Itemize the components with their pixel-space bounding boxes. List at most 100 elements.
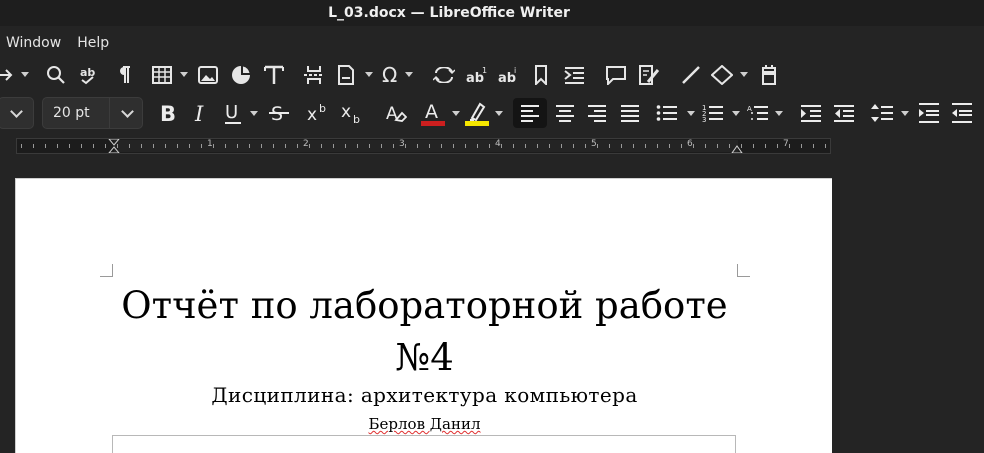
document-subtitle[interactable]: Дисциплина: архитектура компьютера: [112, 381, 737, 409]
italic-button[interactable]: I: [189, 98, 213, 128]
ruler-tick: [165, 144, 166, 148]
document-author[interactable]: Берлов Данил: [112, 414, 737, 434]
document-title-line: №4: [395, 336, 454, 379]
arrow-right-icon[interactable]: [0, 61, 14, 89]
numbered-list-button[interactable]: 123: [700, 98, 726, 128]
increase-paragraph-spacing-button[interactable]: [916, 98, 942, 128]
ruler-tick: [477, 144, 478, 148]
ruler-number: 6: [687, 139, 693, 149]
svg-text:A: A: [747, 105, 752, 113]
formatting-toolbar: 20 pt B I U S xb xb A A 1 2 3 A: [0, 97, 984, 131]
ruler-tick: [465, 144, 466, 148]
ruler-number: 1: [207, 139, 213, 149]
outline-list-button[interactable]: A: [745, 98, 771, 128]
chart-icon[interactable]: [230, 61, 252, 89]
ruler-tick: [273, 144, 274, 148]
svg-text:b: b: [353, 113, 360, 124]
chevron-down-icon[interactable]: [405, 72, 413, 77]
image-icon[interactable]: [197, 61, 219, 89]
chevron-down-icon[interactable]: [687, 111, 695, 116]
highlight-color-button[interactable]: [463, 98, 491, 128]
reference-icon[interactable]: [563, 61, 587, 89]
page-corner-mark: [737, 264, 750, 277]
indent-marker-icon[interactable]: [108, 139, 120, 153]
page-break-icon[interactable]: [302, 61, 326, 89]
subscript-button[interactable]: xb: [339, 98, 367, 128]
increase-indent-button[interactable]: [798, 98, 824, 128]
spelling-icon[interactable]: ab: [78, 61, 102, 89]
justify-button[interactable]: [617, 98, 643, 128]
chevron-down-icon[interactable]: [250, 111, 258, 116]
ruler-tick: [501, 144, 502, 148]
ruler-tick: [237, 144, 238, 148]
ruler-tick: [753, 144, 754, 148]
font-color-button[interactable]: A: [419, 98, 447, 128]
endnote-icon[interactable]: ab i: [497, 61, 521, 89]
shapes-icon[interactable]: [710, 61, 734, 89]
bookmark-icon[interactable]: [531, 61, 551, 89]
line-icon[interactable]: [679, 61, 703, 89]
clear-formatting-button[interactable]: A: [383, 98, 409, 128]
chevron-down-icon[interactable]: [732, 111, 740, 116]
ruler-tick: [177, 144, 178, 148]
ruler-tick: [405, 144, 406, 148]
decrease-indent-button[interactable]: [831, 98, 857, 128]
chevron-down-icon[interactable]: [901, 111, 909, 116]
superscript-button[interactable]: xb: [305, 98, 333, 128]
cross-ref-icon[interactable]: [432, 61, 456, 89]
horizontal-ruler[interactable]: 1 2 3 4 5 6 7: [16, 138, 831, 154]
decrease-paragraph-spacing-button[interactable]: [949, 98, 975, 128]
document-title[interactable]: Отчёт по лабораторной работе №4: [112, 280, 737, 384]
chevron-down-icon[interactable]: [775, 111, 783, 116]
ruler-tick: [57, 144, 58, 148]
menu-window[interactable]: Window: [0, 35, 69, 51]
ruler-tick: [369, 144, 370, 148]
ruler-tick: [333, 144, 334, 148]
ruler-tick: [321, 144, 322, 148]
ruler-tick: [381, 144, 382, 148]
ruler-tick: [669, 144, 670, 148]
chevron-down-icon[interactable]: [109, 98, 144, 128]
ruler-tick: [681, 144, 682, 148]
svg-text:3: 3: [702, 116, 706, 123]
menu-bar: Window Help: [0, 31, 117, 55]
chevron-down-icon[interactable]: [21, 72, 29, 77]
strikethrough-button[interactable]: S: [266, 98, 292, 128]
textbox-icon[interactable]: [262, 61, 286, 89]
ruler-number: 5: [591, 139, 597, 149]
ruler-tick: [21, 144, 22, 148]
line-spacing-button[interactable]: [869, 98, 895, 128]
footnote-icon[interactable]: ab 1: [465, 61, 489, 89]
align-left-button[interactable]: [513, 98, 547, 128]
comment-icon[interactable]: [604, 61, 628, 89]
ruler-tick: [813, 144, 814, 148]
highlight-color-swatch: [465, 120, 489, 126]
text-frame[interactable]: [112, 435, 736, 453]
align-right-button[interactable]: [584, 98, 610, 128]
bold-button[interactable]: B: [156, 98, 180, 128]
chevron-down-icon[interactable]: [0, 98, 33, 128]
paragraph-style-dropdown[interactable]: [0, 97, 34, 129]
table-icon[interactable]: [150, 61, 174, 89]
align-center-button[interactable]: [552, 98, 578, 128]
chevron-down-icon[interactable]: [365, 72, 373, 77]
chevron-down-icon[interactable]: [740, 72, 748, 77]
window-title: L_03.docx — LibreOffice Writer: [328, 5, 570, 21]
document-title-line: Отчёт по лабораторной работе: [121, 284, 728, 327]
special-char-icon[interactable]: Ω: [379, 61, 403, 89]
font-size-combo[interactable]: 20 pt: [42, 97, 143, 129]
menu-help[interactable]: Help: [69, 35, 117, 51]
insert-draw-icon[interactable]: [757, 61, 781, 89]
pilcrow-icon[interactable]: [114, 61, 134, 89]
track-changes-icon[interactable]: [637, 61, 661, 89]
bullet-list-button[interactable]: [654, 98, 680, 128]
underline-button[interactable]: U: [221, 98, 245, 128]
chevron-down-icon[interactable]: [180, 72, 188, 77]
chevron-down-icon[interactable]: [452, 111, 460, 116]
page-corner-mark: [100, 264, 113, 277]
svg-text:U: U: [225, 102, 238, 123]
search-icon[interactable]: [44, 61, 68, 89]
right-indent-marker-icon[interactable]: [731, 140, 743, 153]
chevron-down-icon[interactable]: [495, 111, 503, 116]
field-icon[interactable]: [334, 61, 358, 89]
